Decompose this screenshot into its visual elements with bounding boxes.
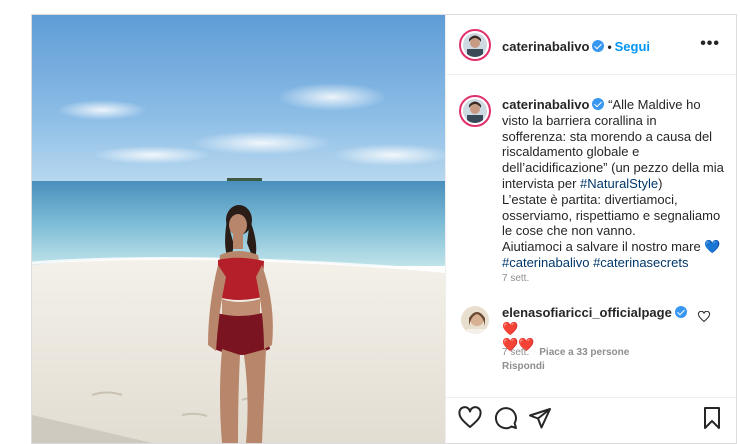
action-bar <box>446 397 736 443</box>
avatar-image <box>463 99 487 123</box>
heart-icon[interactable] <box>458 406 482 430</box>
reply-button[interactable]: Rispondi <box>502 361 545 372</box>
caption-text-close: ) <box>658 175 663 191</box>
comment-username[interactable]: elenasofiaricci_officialpage <box>502 305 672 320</box>
follow-button[interactable]: Segui <box>615 39 650 54</box>
avatar-image <box>461 306 489 334</box>
comment-likes[interactable]: Piace a 33 persone <box>539 347 629 358</box>
caption-username[interactable]: caterinabalivo <box>502 97 589 112</box>
blue-heart-emoji: 💙 <box>704 239 721 255</box>
author-avatar[interactable] <box>459 29 491 61</box>
commenter-avatar[interactable] <box>459 304 491 336</box>
verified-badge-icon <box>592 40 605 52</box>
verified-badge-icon <box>592 98 605 110</box>
post-sidebar: caterinabalivo • Segui ••• caterinabalivo … <box>445 15 736 443</box>
header-user: caterinabalivo • Segui <box>502 39 650 54</box>
post-caption: caterinabalivo “Alle Maldive ho visto la… <box>502 97 724 271</box>
caption-author-avatar[interactable] <box>459 95 491 127</box>
caption-line-3: Aiutiamoci a salvare il nostro mare <box>502 239 701 255</box>
bookmark-icon[interactable] <box>700 406 724 430</box>
comment: elenasofiaricci_officialpage ❤️ ❤️❤️ <box>502 305 702 353</box>
author-username[interactable]: caterinabalivo <box>502 39 589 54</box>
instagram-post-card: caterinabalivo • Segui ••• caterinabalivo … <box>31 14 737 444</box>
beach-photo-illustration <box>32 15 445 443</box>
caption-timestamp[interactable]: 7 sett. <box>502 273 529 284</box>
post-photo[interactable] <box>32 15 445 443</box>
hashtag-naturalstyle[interactable]: #NaturalStyle <box>580 176 658 191</box>
comment-icon[interactable] <box>494 406 518 430</box>
verified-badge-icon <box>674 306 687 318</box>
red-heart-emoji: ❤️ <box>502 321 519 336</box>
share-icon[interactable] <box>528 406 552 430</box>
post-header: caterinabalivo • Segui ••• <box>446 15 736 75</box>
avatar-image <box>463 33 487 57</box>
caption-line-2: L’estate è partita: divertiamoci, osserv… <box>502 191 721 239</box>
more-options-icon[interactable]: ••• <box>700 35 720 53</box>
comment-timestamp[interactable]: 7 sett. <box>502 347 529 358</box>
hashtag-caterinasecrets[interactable]: #caterinasecrets <box>593 255 688 270</box>
comment-meta: 7 sett. Piace a 33 persone <box>502 347 639 358</box>
comment-like-heart-icon[interactable] <box>697 310 711 326</box>
hashtag-caterinabalivo[interactable]: #caterinabalivo <box>502 255 589 270</box>
separator-dot: • <box>607 40 612 54</box>
